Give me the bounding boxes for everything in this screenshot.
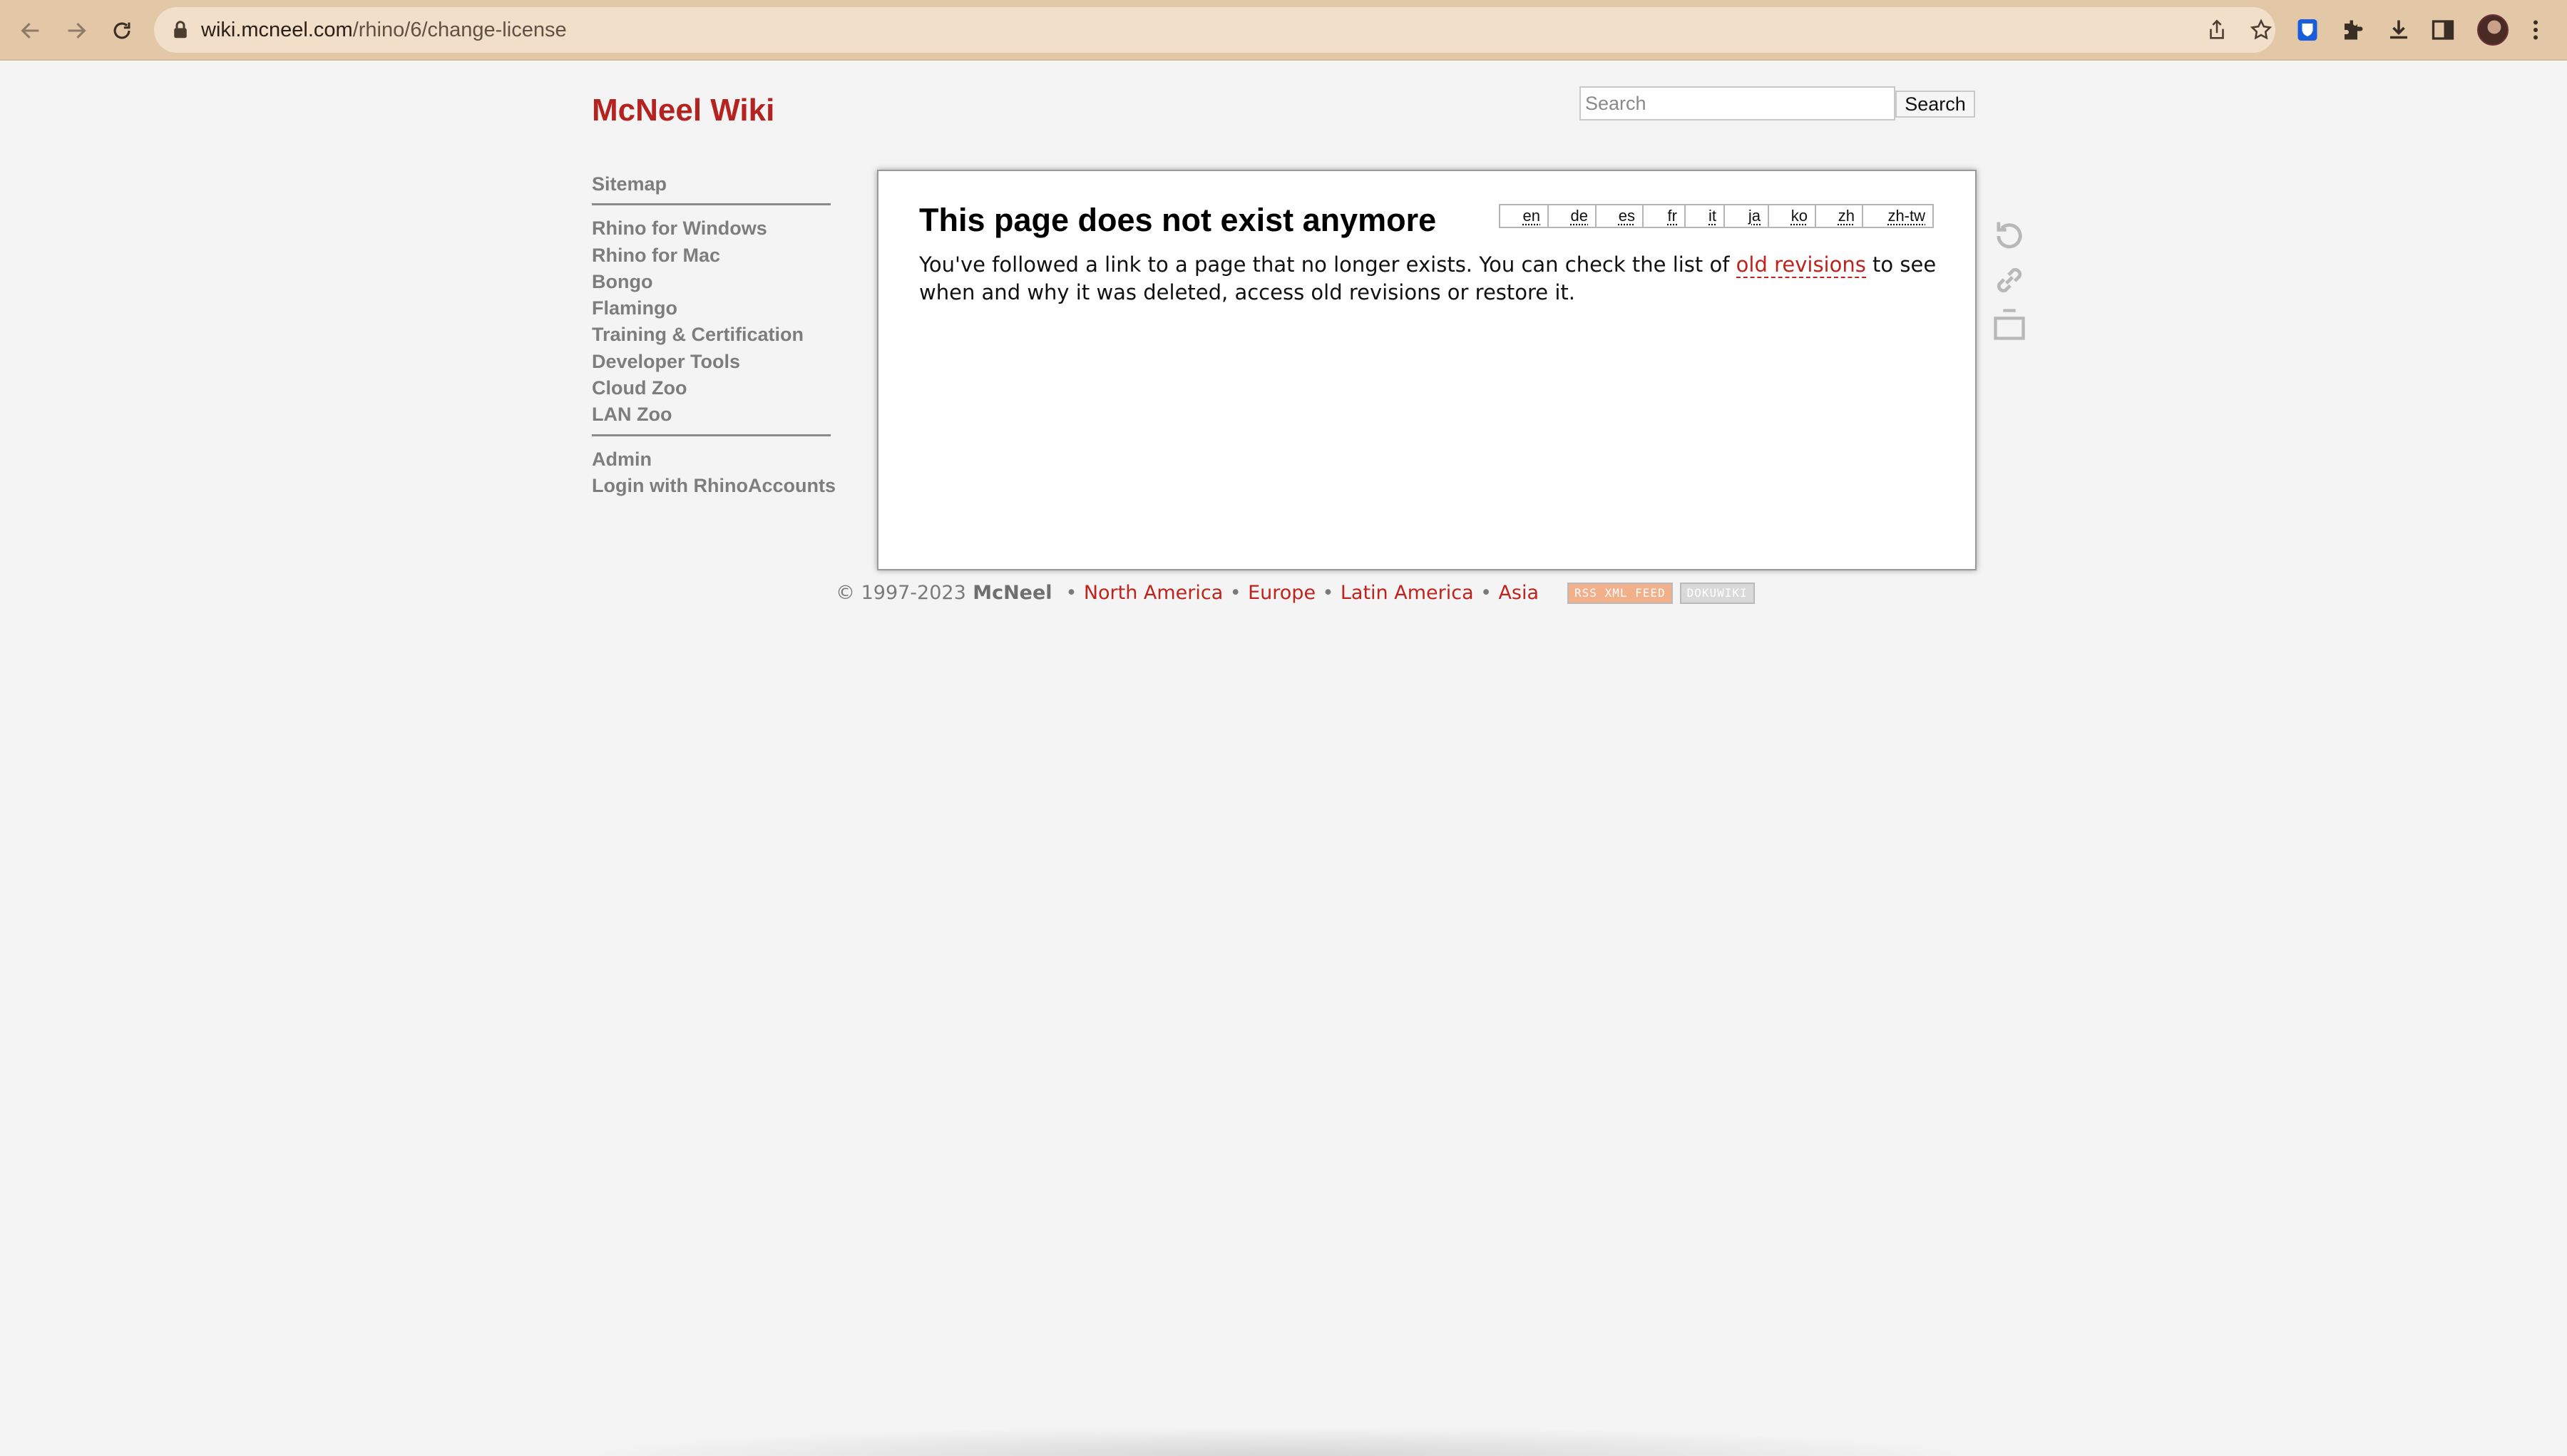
address-bar[interactable]: wiki.mcneel.com/rhino/6/change-license (154, 7, 2275, 53)
lang-zh[interactable]: zh (1815, 205, 1862, 227)
rss-feed-badge[interactable]: RSS XML FEED (1567, 583, 1673, 604)
search-input[interactable] (1579, 86, 1895, 121)
sidebar-item-bongo[interactable]: Bongo (592, 269, 849, 295)
sidebar-item-lan-zoo[interactable]: LAN Zoo (592, 401, 849, 428)
download-button[interactable] (2383, 14, 2414, 46)
lang-ja[interactable]: ja (1723, 205, 1768, 227)
page-message: You've followed a link to a page that no… (919, 252, 1937, 304)
avatar[interactable] (2477, 14, 2509, 46)
sidebar-item-training[interactable]: Training & Certification (592, 322, 849, 348)
download-icon (2390, 20, 2407, 39)
sidebar-item-admin[interactable]: Admin (592, 446, 849, 473)
page-tools (1989, 214, 2029, 347)
content-panel: This page does not exist anymore en de e… (877, 170, 1977, 570)
reload-button[interactable] (106, 14, 138, 47)
sidebar-item-rhino-mac[interactable]: Rhino for Mac (592, 242, 849, 269)
back-to-top-button[interactable] (1989, 302, 2029, 347)
old-revisions-button[interactable] (1989, 214, 2029, 258)
bitwarden-button[interactable] (2292, 14, 2323, 46)
footer-link-europe[interactable]: Europe (1248, 579, 1316, 607)
lang-zh-tw[interactable]: zh-tw (1862, 205, 1932, 227)
url-text[interactable]: wiki.mcneel.com/rhino/6/change-license (201, 7, 567, 53)
backlinks-icon (1997, 267, 2022, 293)
site-title[interactable]: McNeel Wiki (592, 93, 774, 128)
sidebar-item-developer-tools[interactable]: Developer Tools (592, 349, 849, 375)
lang-en[interactable]: en (1500, 205, 1547, 227)
share-icon[interactable] (2205, 18, 2229, 42)
kebab-menu-icon (2533, 20, 2538, 40)
sidebar-button[interactable] (2427, 14, 2459, 46)
search-button[interactable]: Search (1895, 91, 1975, 118)
bookmark-star-icon[interactable] (2249, 18, 2273, 42)
bottom-shadow (556, 1426, 1997, 1456)
sidebar: Sitemap Rhino for Windows Rhino for Mac … (592, 171, 849, 499)
forward-button[interactable] (60, 14, 93, 47)
menu-button[interactable] (2520, 14, 2551, 46)
sidebar-item-rhino-windows[interactable]: Rhino for Windows (592, 215, 849, 242)
bitwarden-icon (2297, 19, 2317, 41)
lang-es[interactable]: es (1595, 205, 1642, 227)
lang-it[interactable]: it (1684, 205, 1723, 227)
forward-icon (68, 22, 86, 39)
extensions-button[interactable] (2337, 14, 2369, 46)
old-revisions-icon (1997, 222, 2022, 249)
copyright: © 1997-2023 (836, 582, 966, 604)
sidebar-item-sitemap[interactable]: Sitemap (592, 171, 849, 198)
lang-fr[interactable]: fr (1642, 205, 1684, 227)
footer-link-asia[interactable]: Asia (1498, 579, 1539, 607)
footer-brand: McNeel (973, 582, 1052, 604)
browser-toolbar: wiki.mcneel.com/rhino/6/change-license (0, 0, 2567, 61)
page-title: This page does not exist anymore (919, 202, 1437, 238)
reload-icon (113, 22, 130, 39)
footer-link-north-america[interactable]: North America (1084, 579, 1223, 607)
back-button[interactable] (14, 14, 47, 47)
sidebar-item-flamingo[interactable]: Flamingo (592, 295, 849, 322)
sidebar-item-login[interactable]: Login with RhinoAccounts (592, 473, 849, 499)
sidebar-icon (2432, 20, 2454, 40)
dokuwiki-badge[interactable]: DOKUWIKI (1679, 583, 1755, 604)
sidebar-divider (592, 434, 831, 436)
footer: © 1997-2023 McNeel • North America • Eur… (836, 579, 1755, 607)
back-to-top-icon (1994, 309, 2025, 340)
language-bar: en de es fr it ja ko zh zh-tw (1499, 204, 1934, 228)
lock-icon[interactable] (170, 19, 191, 41)
sidebar-item-cloud-zoo[interactable]: Cloud Zoo (592, 375, 849, 401)
lang-de[interactable]: de (1547, 205, 1595, 227)
backlinks-button[interactable] (1989, 258, 2029, 302)
sidebar-divider (592, 203, 831, 206)
extensions-icon (2345, 20, 2363, 40)
back-icon (21, 22, 39, 39)
lang-ko[interactable]: ko (1768, 205, 1815, 227)
footer-link-latin-america[interactable]: Latin America (1341, 579, 1474, 607)
old-revisions-link[interactable]: old revisions (1736, 252, 1866, 278)
